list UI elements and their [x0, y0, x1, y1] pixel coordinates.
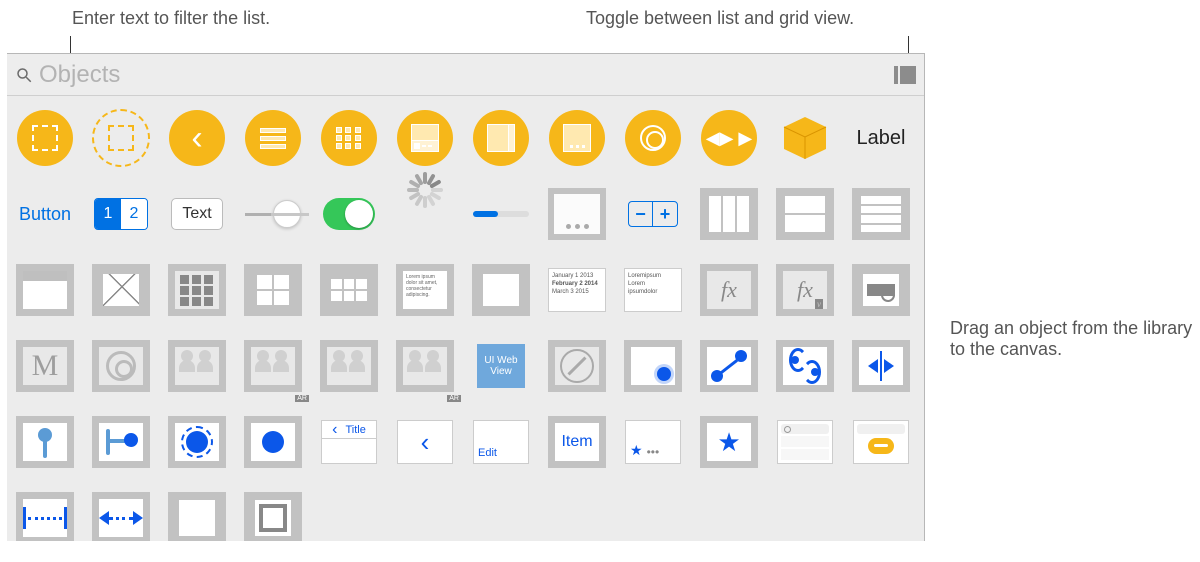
obj-button[interactable]: Button	[7, 176, 83, 252]
annotation-drag: Drag an object from the library to the c…	[950, 318, 1200, 360]
obj-collection-reusable-view[interactable]	[311, 252, 387, 328]
annotation-filter: Enter text to filter the list.	[72, 8, 270, 29]
obj-mapkit-compass[interactable]	[539, 328, 615, 404]
obj-pinch-gesture[interactable]	[843, 328, 919, 404]
obj-horizontal-stack-view[interactable]	[691, 176, 767, 252]
obj-uiview-outlined[interactable]	[235, 480, 311, 541]
view-toggle-button[interactable]	[894, 66, 916, 84]
obj-horizontal-spacing-constraint[interactable]	[83, 480, 159, 541]
obj-web-view[interactable]: UI Web View	[463, 328, 539, 404]
obj-tab-bar-item[interactable]: ★	[691, 404, 767, 480]
cube-icon	[780, 113, 830, 163]
object-grid: ‹ ◀▶ ▶ Label Button 12 Text	[7, 96, 924, 541]
obj-scroll-view[interactable]	[463, 252, 539, 328]
obj-progress-view[interactable]	[463, 176, 539, 252]
obj-mapkit-view[interactable]	[843, 252, 919, 328]
obj-split-view-controller[interactable]	[463, 100, 539, 176]
obj-navigation-bar[interactable]: ‹Title	[311, 404, 387, 480]
obj-object[interactable]	[767, 100, 843, 176]
obj-image-view[interactable]	[83, 252, 159, 328]
obj-uiview-plain[interactable]	[159, 480, 235, 541]
obj-table-view[interactable]	[843, 176, 919, 252]
obj-table-view-cell[interactable]	[7, 252, 83, 328]
obj-text-view[interactable]: Lorem ipsum dolor sit amet, consectetur …	[387, 252, 463, 328]
obj-tab-bar[interactable]: ★•••	[615, 404, 691, 480]
obj-container-view[interactable]	[691, 328, 767, 404]
obj-pan-gesture[interactable]	[235, 404, 311, 480]
annotation-toggle: Toggle between list and grid view.	[586, 8, 854, 29]
obj-visual-effect-view-vibrancy[interactable]: fx	[767, 252, 843, 328]
obj-picker-view[interactable]: Loremipsum Lorem ipsumdolor	[615, 252, 691, 328]
spinner-icon	[405, 194, 445, 234]
obj-search-bar-scope[interactable]	[843, 404, 919, 480]
obj-navigation-item[interactable]: ‹	[387, 404, 463, 480]
obj-glkit-view-controller[interactable]	[615, 100, 691, 176]
obj-scenekit-view[interactable]	[159, 328, 235, 404]
obj-segmented-control[interactable]: 12	[83, 176, 159, 252]
obj-gesture-recognizer[interactable]	[767, 328, 843, 404]
obj-collection-view-cell[interactable]	[235, 252, 311, 328]
obj-scenekit-ar-view[interactable]: AR	[235, 328, 311, 404]
obj-collection-view[interactable]	[159, 252, 235, 328]
search-input[interactable]	[39, 61, 888, 89]
obj-search-bar[interactable]	[767, 404, 843, 480]
library-header	[7, 54, 924, 96]
obj-navigation-controller[interactable]: ‹	[159, 100, 235, 176]
obj-glkit-view[interactable]	[83, 328, 159, 404]
obj-horizontal-constraint[interactable]	[7, 480, 83, 541]
obj-view-controller[interactable]	[7, 100, 83, 176]
obj-spritekit-view[interactable]	[311, 328, 387, 404]
obj-page-view-controller[interactable]	[539, 100, 615, 176]
obj-tab-bar-controller[interactable]	[387, 100, 463, 176]
obj-view[interactable]	[615, 328, 691, 404]
obj-spritekit-ar-view[interactable]: AR	[387, 328, 463, 404]
obj-activity-indicator[interactable]	[387, 176, 463, 252]
obj-collection-view-controller[interactable]	[311, 100, 387, 176]
obj-page-control[interactable]	[539, 176, 615, 252]
obj-table-view-controller[interactable]	[235, 100, 311, 176]
obj-avkit-player-controller[interactable]: ◀▶ ▶	[691, 100, 767, 176]
obj-tap-gesture[interactable]	[7, 404, 83, 480]
obj-text-field[interactable]: Text	[159, 176, 235, 252]
obj-rotation-gesture[interactable]	[159, 404, 235, 480]
object-library-panel: ‹ ◀▶ ▶ Label Button 12 Text	[7, 53, 925, 541]
obj-bar-button-item[interactable]: Item	[539, 404, 615, 480]
obj-stepper[interactable]: −+	[615, 176, 691, 252]
obj-visual-effect-view[interactable]: fx	[691, 252, 767, 328]
obj-toolbar[interactable]: Edit	[463, 404, 539, 480]
obj-vertical-stack-view[interactable]	[767, 176, 843, 252]
search-icon	[15, 66, 33, 84]
obj-date-picker[interactable]: January 1 2013February 2 2014March 3 201…	[539, 252, 615, 328]
obj-metal-view[interactable]: M	[7, 328, 83, 404]
obj-switch[interactable]	[311, 176, 387, 252]
obj-label[interactable]: Label	[843, 100, 919, 176]
obj-long-press-gesture[interactable]	[83, 404, 159, 480]
obj-view-controller-dashed[interactable]	[83, 100, 159, 176]
obj-slider[interactable]	[235, 176, 311, 252]
